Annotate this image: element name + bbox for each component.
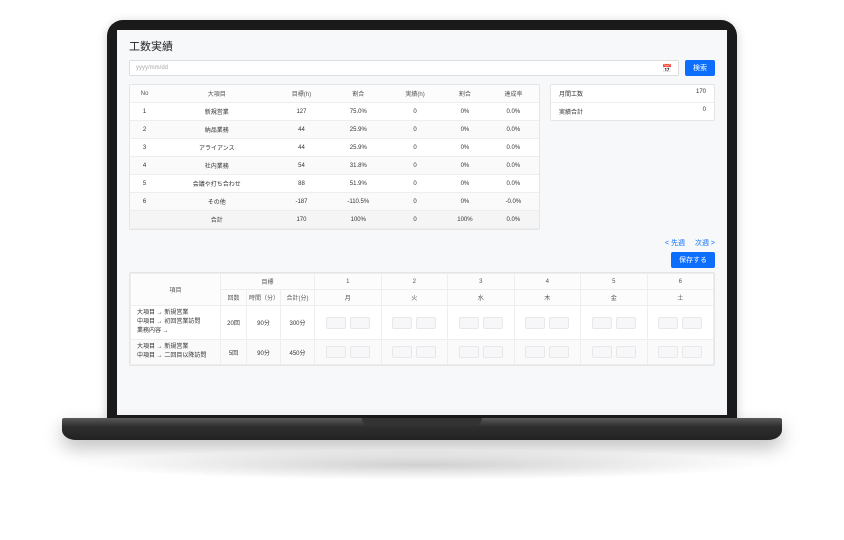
detail-card: 項目 目標 1 2 3 4 5 6 回数 時間（分） 合計(分) <box>129 272 715 366</box>
date-input[interactable]: yyyy/mm/dd 📅 <box>129 60 679 76</box>
app-screen: 工数実績 yyyy/mm/dd 📅 検索 No 大項目 目標(h) 割合 <box>117 30 727 415</box>
time-input[interactable] <box>592 317 612 329</box>
time-input[interactable] <box>350 317 370 329</box>
table-row: 2納品業務4425.9%00%0.0% <box>130 121 539 139</box>
table-row: 6その他-187-110.5%00%-0.0% <box>130 193 539 211</box>
time-input[interactable] <box>392 317 412 329</box>
col-item: 大項目 <box>159 85 274 103</box>
time-input[interactable] <box>658 317 678 329</box>
time-input[interactable] <box>616 317 636 329</box>
calendar-icon[interactable]: 📅 <box>662 64 672 73</box>
time-input[interactable] <box>459 317 479 329</box>
table-row: 1新規営業12775.0%00%0.0% <box>130 103 539 121</box>
date-placeholder: yyyy/mm/dd <box>136 65 168 71</box>
summary-row: 月間工数170 <box>551 85 714 103</box>
summary-row: 実績合計0 <box>551 103 714 120</box>
col-no: No <box>130 85 159 103</box>
col-rate: 達成率 <box>488 85 539 103</box>
time-input[interactable] <box>616 346 636 358</box>
col-ratio2: 割合 <box>442 85 488 103</box>
search-bar: yyyy/mm/dd 📅 検索 <box>129 60 715 76</box>
time-input[interactable] <box>392 346 412 358</box>
time-input[interactable] <box>525 317 545 329</box>
next-week-link[interactable]: 次週 > <box>695 238 715 248</box>
time-input[interactable] <box>350 346 370 358</box>
time-input[interactable] <box>549 346 569 358</box>
time-input[interactable] <box>658 346 678 358</box>
table-row: 5会議や打ち合わせ8851.9%00%0.0% <box>130 175 539 193</box>
table-row: 大項目 → 新規営業中項目 → 二回目以降訪問5回90分450分 <box>131 340 714 365</box>
time-input[interactable] <box>592 346 612 358</box>
time-input[interactable] <box>326 317 346 329</box>
detail-table: 項目 目標 1 2 3 4 5 6 回数 時間（分） 合計(分) <box>130 273 714 365</box>
week-nav: < 先週 次週 > <box>129 238 715 248</box>
time-input[interactable] <box>326 346 346 358</box>
time-input[interactable] <box>483 317 503 329</box>
search-button[interactable]: 検索 <box>685 60 715 76</box>
summary-table: No 大項目 目標(h) 割合 実績(h) 割合 達成率 1新規営業12775.… <box>130 85 539 229</box>
time-input[interactable] <box>459 346 479 358</box>
summary-card: No 大項目 目標(h) 割合 実績(h) 割合 達成率 1新規営業12775.… <box>129 84 540 230</box>
prev-week-link[interactable]: < 先週 <box>665 238 685 248</box>
time-input[interactable] <box>416 346 436 358</box>
page-title: 工数実績 <box>129 38 715 54</box>
time-input[interactable] <box>483 346 503 358</box>
time-input[interactable] <box>525 346 545 358</box>
save-button[interactable]: 保存する <box>671 252 715 268</box>
table-row: 3アライアンス4425.9%00%0.0% <box>130 139 539 157</box>
time-input[interactable] <box>682 317 702 329</box>
time-input[interactable] <box>549 317 569 329</box>
side-summary-card: 月間工数170実績合計0 <box>550 84 715 121</box>
time-input[interactable] <box>682 346 702 358</box>
col-ratio1: 割合 <box>329 85 389 103</box>
table-row: 大項目 → 新規営業中項目 → 初回営業訪問業務内容 →20回90分300分 <box>131 306 714 340</box>
table-row: 4社内業務5431.8%00%0.0% <box>130 157 539 175</box>
col-actual: 実績(h) <box>388 85 442 103</box>
time-input[interactable] <box>416 317 436 329</box>
col-target: 目標(h) <box>274 85 328 103</box>
